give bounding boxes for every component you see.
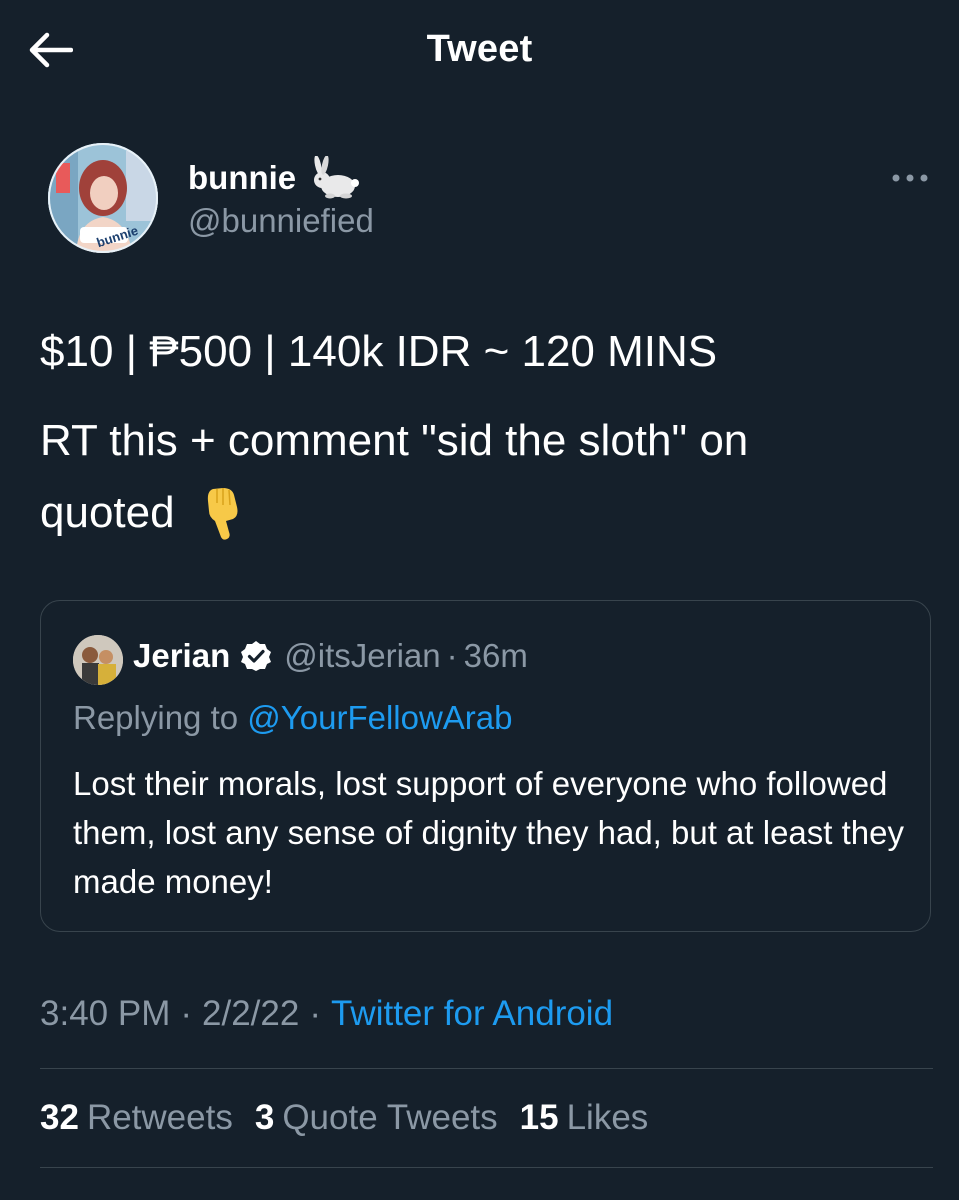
quote-tweets-stat[interactable]: 3 Quote Tweets [255, 1098, 498, 1138]
tweet-text-line-last: quoted [40, 477, 243, 549]
separator-dot: · [446, 637, 458, 674]
quote-tweets-label: Quote Tweets [282, 1098, 498, 1137]
separator-dot: · [309, 994, 321, 1033]
retweets-count: 32 [40, 1098, 79, 1137]
retweets-label: Retweets [86, 1098, 233, 1137]
author-name[interactable]: bunnie [188, 156, 360, 200]
quoted-author-handle[interactable]: @itsJerian [284, 637, 440, 675]
rabbit-icon [314, 156, 360, 199]
author-name-text: bunnie [188, 159, 297, 196]
quoted-avatar-image [73, 635, 123, 685]
tweet-text-line: RT this + comment "sid the sloth" on [40, 416, 749, 465]
tweet-text-line: quoted [40, 488, 175, 537]
tweet-stats: 32 Retweets 3 Quote Tweets 15 Likes [40, 1098, 670, 1138]
divider [40, 1167, 933, 1168]
more-options-button[interactable] [884, 166, 936, 190]
quoted-tweet-header: Jerian @itsJerian · 36m [133, 637, 528, 675]
replying-to-prefix: Replying to [73, 699, 248, 736]
quoted-tweet-card[interactable]: Jerian @itsJerian · 36m Replying to @You… [40, 600, 931, 932]
backhand-index-pointing-down-icon [207, 488, 238, 540]
avatar[interactable]: bunnie [48, 143, 158, 253]
tweet-source-link[interactable]: Twitter for Android [331, 994, 613, 1033]
quoted-tweet-time: 36m [463, 637, 528, 674]
tweet-text-line: $10 | ₱500 | 140k IDR ~ 120 MINS [40, 327, 718, 376]
tweet-date: 2/2/22 [202, 994, 300, 1033]
tweet-detail-page: Tweet bunnie bunnie @bunniefied $10 | ₱5… [0, 0, 959, 1200]
quoted-tweet-text: Lost their morals, lost support of every… [73, 765, 904, 900]
quoted-avatar[interactable] [73, 635, 123, 685]
more-icon [892, 174, 928, 182]
likes-count: 15 [519, 1098, 559, 1137]
retweets-stat[interactable]: 32 Retweets [40, 1098, 233, 1138]
quoted-author-name[interactable]: Jerian [133, 637, 230, 675]
likes-stat[interactable]: 15 Likes [520, 1098, 649, 1138]
separator-dot: · [180, 994, 193, 1033]
replying-to-link[interactable]: @YourFellowArab [247, 699, 512, 736]
likes-label: Likes [566, 1098, 649, 1137]
replying-to-line: Replying to @YourFellowArab [73, 699, 513, 737]
divider [40, 1068, 933, 1069]
quote-tweets-count: 3 [254, 1098, 275, 1137]
page-title: Tweet [426, 28, 533, 70]
tweet-time: 3:40 PM [40, 994, 171, 1033]
author-handle[interactable]: @bunniefied [188, 202, 374, 240]
tweet-meta: 3:40 PM · 2/2/22 · Twitter for Android [40, 994, 613, 1034]
verified-badge-icon [241, 641, 272, 671]
